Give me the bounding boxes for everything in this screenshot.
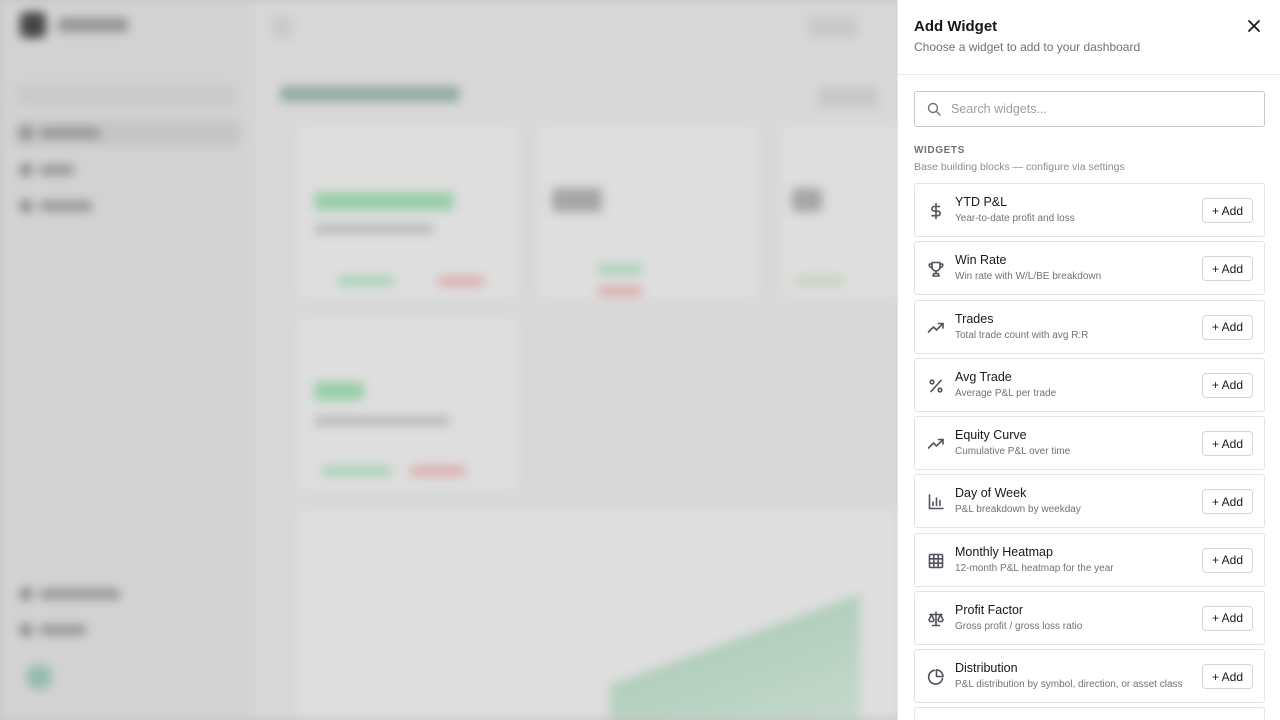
widget-name: Win Rate — [955, 253, 1007, 268]
trending-up-icon — [927, 438, 944, 449]
add-day-of-week-button[interactable]: + Add — [1202, 489, 1253, 515]
widget-description: Year-to-date profit and loss — [955, 213, 1075, 224]
widget-item-trades: Trades Total trade count with avg R:R + … — [914, 299, 1265, 354]
drawer-header: Add Widget Choose a widget to add to you… — [898, 0, 1280, 75]
widget-description: P&L distribution by symbol, direction, o… — [955, 679, 1183, 690]
widget-item-next — [914, 707, 1265, 720]
add-equity-curve-button[interactable]: + Add — [1202, 431, 1253, 456]
close-icon — [1248, 20, 1260, 32]
search-icon — [927, 102, 941, 116]
widget-name: Profit Factor — [955, 602, 1024, 617]
widget-item-profit-factor: Profit Factor Gross profit / gross loss … — [914, 590, 1265, 645]
widget-list: YTD P&L Year-to-date profit and loss + A… — [914, 183, 1265, 720]
dollar-icon — [931, 202, 941, 220]
widget-name: Trades — [955, 311, 994, 326]
add-profit-factor-button[interactable]: + Add — [1202, 605, 1253, 631]
widget-name: Avg Trade — [955, 369, 1012, 384]
widget-description: Win rate with W/L/BE breakdown — [955, 271, 1102, 283]
widget-item-distribution: Distribution P&L distribution by symbol,… — [914, 649, 1265, 703]
scale-icon — [928, 610, 944, 627]
widget-description: Average P&L per trade — [955, 387, 1057, 399]
widget-description: 12-month P&L heatmap for the year — [955, 562, 1114, 574]
trending-up-icon — [927, 322, 944, 333]
section-subtitle: Base building blocks — configure via set… — [914, 161, 1125, 173]
widget-description: P&L breakdown by weekday — [955, 504, 1081, 516]
grid-icon — [928, 553, 944, 568]
add-trades-button[interactable]: + Add — [1202, 314, 1253, 340]
section-title: WIDGETS — [914, 145, 965, 156]
widget-description: Total trade count with avg R:R — [955, 329, 1089, 341]
search-input[interactable] — [951, 92, 1256, 126]
add-win-rate-button[interactable]: + Add — [1202, 256, 1253, 282]
widget-name: Monthly Heatmap — [955, 544, 1053, 559]
close-button[interactable] — [1244, 16, 1264, 36]
widget-name: Distribution — [955, 661, 1018, 675]
add-avg-trade-button[interactable]: + Add — [1202, 372, 1253, 398]
drawer-subtitle: Choose a widget to add to your dashboard — [914, 40, 1141, 54]
widget-description: Cumulative P&L over time — [955, 446, 1071, 457]
widget-item-win-rate: Win Rate Win rate with W/L/BE breakdown … — [914, 241, 1265, 296]
search-field[interactable] — [914, 91, 1265, 127]
add-monthly-heatmap-button[interactable]: + Add — [1202, 547, 1253, 573]
widget-item-monthly-heatmap: Monthly Heatmap 12-month P&L heatmap for… — [914, 532, 1265, 587]
add-ytd-pnl-button[interactable]: + Add — [1202, 198, 1253, 223]
pie-chart-icon — [927, 669, 944, 685]
bar-chart-icon — [928, 494, 944, 510]
widget-item-ytd-pnl: YTD P&L Year-to-date profit and loss + A… — [914, 183, 1265, 237]
widget-name: YTD P&L — [955, 195, 1008, 209]
widget-item-day-of-week: Day of Week P&L breakdown by weekday + A… — [914, 474, 1265, 529]
drawer-title: Add Widget — [914, 18, 998, 35]
widget-item-avg-trade: Avg Trade Average P&L per trade + Add — [914, 357, 1265, 412]
widget-name: Equity Curve — [955, 428, 1027, 442]
widget-description: Gross profit / gross loss ratio — [955, 620, 1083, 632]
widget-name: Day of Week — [955, 486, 1027, 501]
add-widget-drawer: Add Widget Choose a widget to add to you… — [897, 0, 1280, 720]
widget-item-equity-curve: Equity Curve Cumulative P&L over time + … — [914, 416, 1265, 470]
trophy-icon — [928, 261, 944, 278]
percent-icon — [929, 379, 943, 393]
add-distribution-button[interactable]: + Add — [1202, 664, 1253, 689]
